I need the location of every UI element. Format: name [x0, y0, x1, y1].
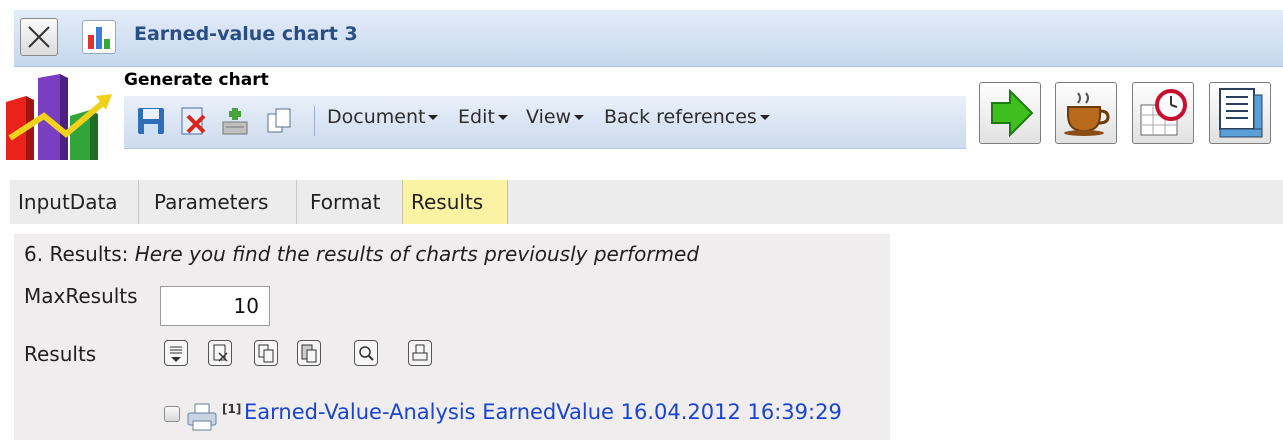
bar-chart-icon [82, 20, 116, 54]
menu-back-references-label: Back references [604, 106, 757, 128]
menu-edit-label: Edit [458, 106, 495, 128]
delete-icon[interactable] [178, 106, 208, 136]
menu-view-label: View [526, 106, 572, 128]
close-button[interactable] [20, 18, 58, 56]
copy-document-icon[interactable] [254, 340, 278, 366]
search-icon[interactable] [354, 340, 378, 366]
result-link[interactable]: Earned-Value-Analysis EarnedValue 16.04.… [244, 400, 842, 424]
section-heading-description: Here you find the results of charts prev… [134, 242, 700, 266]
delete-document-icon[interactable] [208, 340, 232, 366]
results-label: Results [24, 342, 97, 366]
chevron-down-icon [574, 115, 585, 120]
menu-edit[interactable]: Edit [458, 106, 508, 128]
section-heading: 6. Results: Here you find the results of… [24, 242, 699, 266]
add-to-database-icon[interactable] [220, 106, 250, 136]
run-button[interactable] [979, 82, 1041, 144]
ruler-button[interactable] [1209, 82, 1271, 144]
printer-icon[interactable] [186, 402, 218, 432]
max-results-label: MaxResults [24, 284, 138, 308]
pause-button[interactable] [1055, 82, 1117, 144]
paste-document-icon[interactable] [297, 340, 321, 366]
menu-document-label: Document [327, 106, 426, 128]
chevron-down-icon [759, 115, 770, 120]
menu-view[interactable]: View [526, 106, 585, 128]
schedule-button[interactable] [1132, 82, 1194, 144]
result-checkbox[interactable] [164, 406, 180, 422]
tab-inputdata[interactable]: InputData [10, 180, 126, 224]
window-titlebar: Earned-value chart 3 [14, 10, 1283, 67]
page-title: Generate chart [124, 70, 269, 90]
toolbar: Document Edit View Back references [124, 96, 966, 149]
result-footnote: [1] [222, 402, 242, 416]
run-arrow-icon [991, 88, 1034, 138]
align-bottom-icon[interactable] [164, 340, 188, 366]
tab-separator [296, 180, 297, 224]
section-heading-prefix: 6. Results: [24, 242, 129, 266]
toolbar-separator [314, 106, 315, 136]
close-icon [28, 26, 50, 48]
coffee-cup-icon [1064, 92, 1110, 136]
schedule-clock-icon [1140, 89, 1187, 136]
chart-logo [4, 72, 122, 164]
chevron-down-icon [428, 115, 439, 120]
chevron-down-icon [497, 115, 508, 120]
max-results-input[interactable] [160, 286, 270, 326]
results-panel: 6. Results: Here you find the results of… [14, 234, 890, 440]
menu-back-references[interactable]: Back references [604, 106, 770, 128]
print-icon[interactable] [408, 340, 432, 366]
ruler-sheet-icon [1219, 88, 1263, 138]
tab-separator [138, 180, 139, 224]
tab-results[interactable]: Results [402, 180, 508, 224]
save-icon[interactable] [136, 106, 166, 136]
tab-format[interactable]: Format [302, 180, 388, 224]
window-title: Earned-value chart 3 [134, 23, 358, 45]
menu-document[interactable]: Document [327, 106, 439, 128]
tab-parameters[interactable]: Parameters [146, 180, 276, 224]
copy-icon[interactable] [264, 106, 294, 136]
